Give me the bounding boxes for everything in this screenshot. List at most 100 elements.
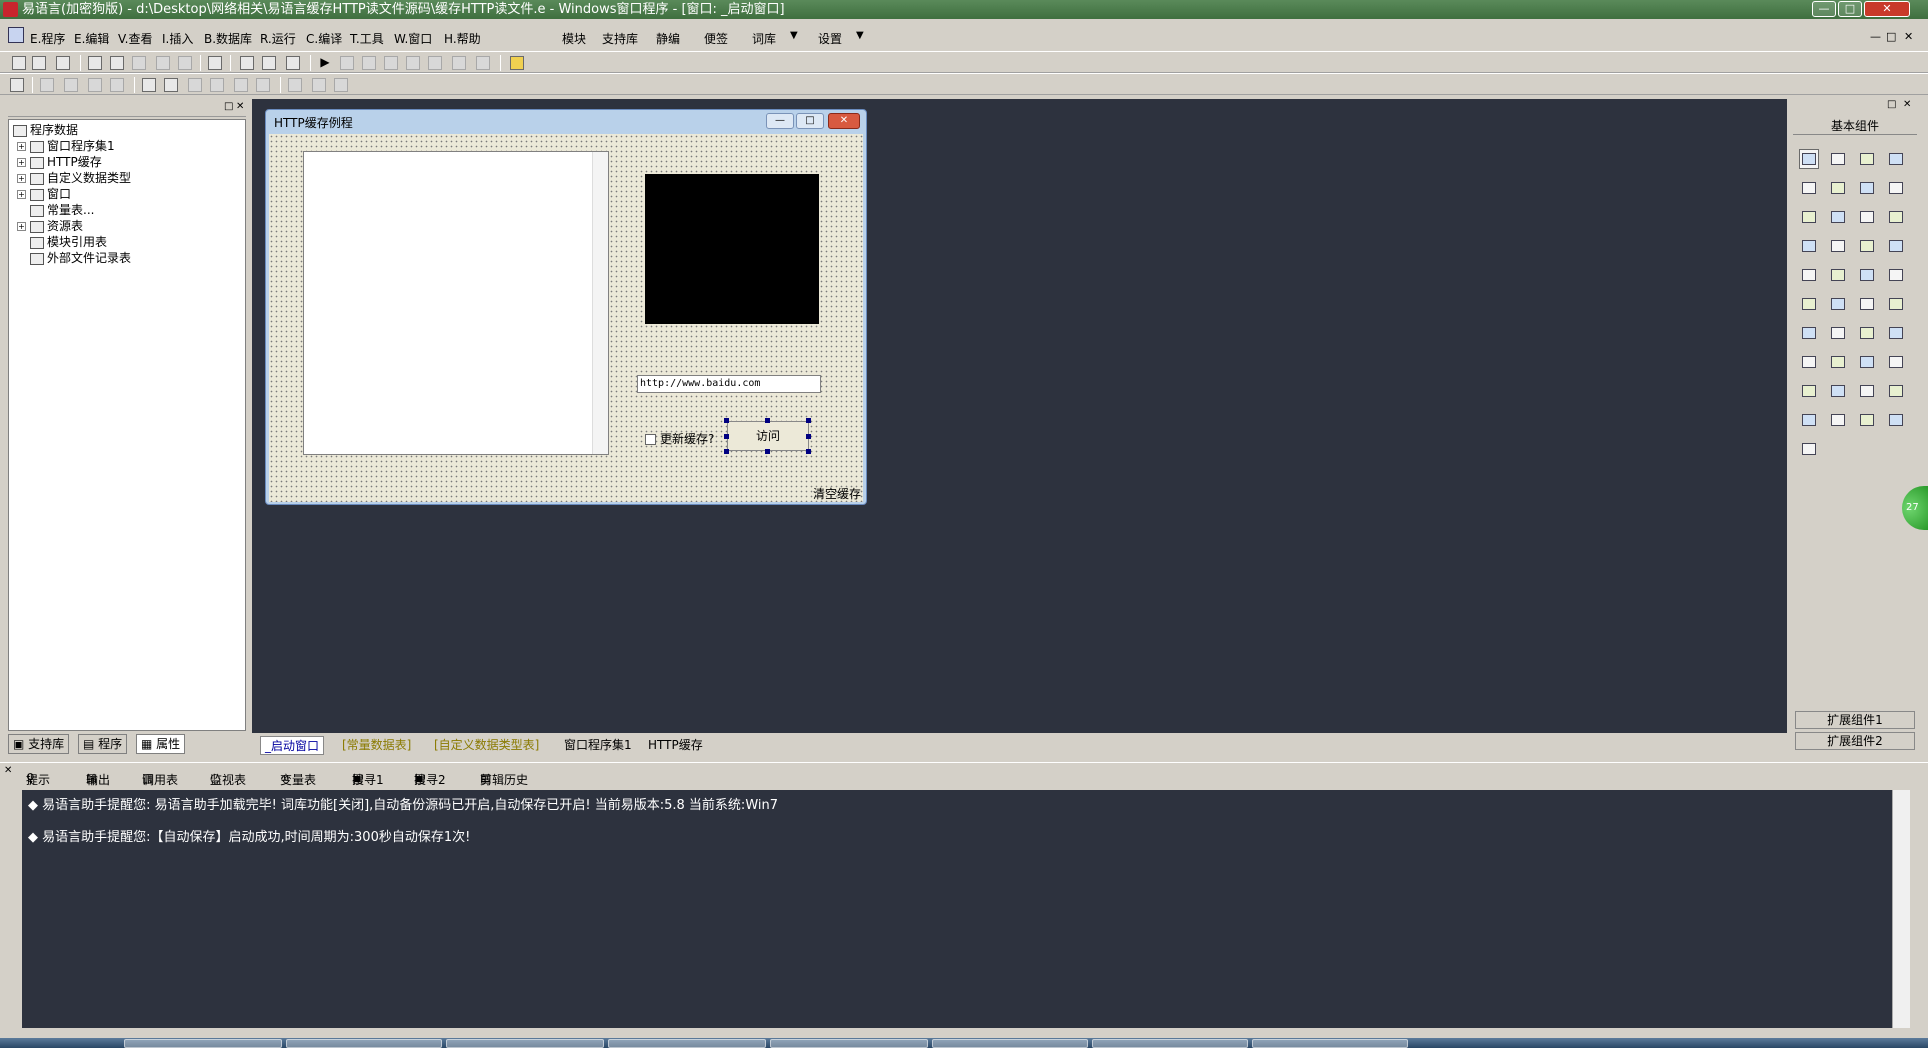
taskbar-button[interactable] <box>1252 1039 1408 1048</box>
menu-module[interactable]: 模块 <box>562 30 586 47</box>
menu-lexicon[interactable]: 词库 <box>752 30 776 47</box>
tool-file-icon[interactable] <box>1886 323 1906 343</box>
align-right-icon[interactable] <box>64 78 78 92</box>
run-icon[interactable]: ▶ <box>318 56 332 70</box>
menu-note[interactable]: 便签 <box>704 30 728 47</box>
tab-properties[interactable]: ▦ 属性 <box>136 734 186 754</box>
menu-compile[interactable]: C.编译 <box>306 30 342 47</box>
menu-settings[interactable]: 设置 <box>818 30 842 47</box>
tool-tree-icon[interactable] <box>1857 265 1877 285</box>
resize-handle[interactable] <box>806 449 811 454</box>
update-cache-checkbox[interactable]: 更新缓存? <box>645 430 714 447</box>
align-top-icon[interactable] <box>88 78 102 92</box>
tool-picture-icon[interactable] <box>1857 149 1877 169</box>
taskbar-button[interactable] <box>286 1039 442 1048</box>
form-minimize-button[interactable]: — <box>766 113 794 129</box>
tool-edit-icon[interactable] <box>1799 178 1819 198</box>
size-both-icon[interactable] <box>334 78 348 92</box>
resize-handle[interactable] <box>765 418 770 423</box>
list-box[interactable] <box>303 151 609 455</box>
step-5-icon[interactable] <box>452 56 466 70</box>
expand-icon[interactable]: + <box>17 222 26 231</box>
panel-close-icon[interactable]: ✕ <box>1903 99 1911 110</box>
tab-support-lib[interactable]: ▣ 支持库 <box>8 734 70 754</box>
helper-icon[interactable] <box>510 56 524 70</box>
mdi-minimize-icon[interactable]: — <box>1870 30 1881 43</box>
hand-icon[interactable] <box>476 56 490 70</box>
expand-icon[interactable]: + <box>17 158 26 167</box>
form-maximize-button[interactable]: □ <box>796 113 824 129</box>
stop-icon[interactable] <box>340 56 354 70</box>
taskbar-button[interactable] <box>124 1039 282 1048</box>
tool-scroll-icon[interactable] <box>1857 236 1877 256</box>
align-bottom-icon[interactable] <box>110 78 124 92</box>
tree-pin-icon[interactable]: □ <box>224 101 233 112</box>
maximize-button[interactable]: □ <box>1838 1 1862 17</box>
tool-chart-icon[interactable] <box>1857 410 1877 430</box>
tool-folder-icon[interactable] <box>1857 294 1877 314</box>
same-height-icon[interactable] <box>256 78 270 92</box>
tool-check-icon[interactable] <box>1799 207 1819 227</box>
tree-close-icon[interactable]: ✕ <box>236 101 244 112</box>
tool-spin-icon[interactable] <box>1828 236 1848 256</box>
taskbar-button[interactable] <box>446 1039 604 1048</box>
tree-item-program-data[interactable]: 程序数据 <box>13 122 78 138</box>
menu-program[interactable]: E.程序 <box>30 30 65 47</box>
tab-http-cache[interactable]: HTTP缓存 <box>644 736 707 753</box>
center-h-icon[interactable] <box>142 78 156 92</box>
mdi-restore-icon[interactable]: □ <box>1886 30 1896 43</box>
checkbox-box[interactable] <box>645 434 656 445</box>
tool-frame-icon[interactable] <box>1828 178 1848 198</box>
menu-window[interactable]: W.窗口 <box>394 30 432 47</box>
tool-line-icon[interactable] <box>1886 178 1906 198</box>
tool-vline-icon[interactable] <box>1828 265 1848 285</box>
find-icon[interactable] <box>208 56 222 70</box>
tree-item-custom-types[interactable]: + 自定义数据类型 <box>17 170 131 186</box>
cut-icon[interactable] <box>88 56 102 70</box>
tool-odbc3-icon[interactable] <box>1799 439 1819 459</box>
open-file-icon[interactable] <box>32 56 46 70</box>
mdi-close-icon[interactable]: ✕ <box>1904 30 1913 43</box>
clear-cache-label[interactable]: 清空缓存 <box>813 485 861 502</box>
lexicon-dropdown-icon[interactable]: ▼ <box>790 30 798 41</box>
menu-static-compile[interactable]: 静编 <box>656 30 680 47</box>
tool-grid-icon[interactable] <box>1886 207 1906 227</box>
tool-doc-icon[interactable] <box>1886 294 1906 314</box>
new-file-icon[interactable] <box>12 56 26 70</box>
ext-components-2-tab[interactable]: 扩展组件2 <box>1795 732 1915 750</box>
tool-link-icon[interactable] <box>1886 352 1906 372</box>
save-file-icon[interactable] <box>56 56 70 70</box>
menu-view[interactable]: V.查看 <box>118 30 152 47</box>
tool-drive-icon[interactable] <box>1828 323 1848 343</box>
menu-insert[interactable]: I.插入 <box>162 30 193 47</box>
step-4-icon[interactable] <box>428 56 442 70</box>
tool-ruler-icon[interactable] <box>1886 236 1906 256</box>
tree-item-resources[interactable]: + 资源表 <box>17 218 83 234</box>
tree-item-windows[interactable]: + 窗口 <box>17 186 71 202</box>
tree-item-http-cache[interactable]: + HTTP缓存 <box>17 154 102 170</box>
tool-calendar-icon[interactable] <box>1799 294 1819 314</box>
tool-frame2-icon[interactable] <box>1799 381 1819 401</box>
tool-net-icon[interactable] <box>1857 352 1877 372</box>
menu-help[interactable]: H.帮助 <box>444 30 481 47</box>
tool-image-icon[interactable] <box>1857 381 1877 401</box>
step-1-icon[interactable] <box>362 56 376 70</box>
copy-icon[interactable] <box>110 56 124 70</box>
tab-program[interactable]: ▤ 程序 <box>78 734 128 754</box>
output-close-icon[interactable]: ✕ <box>4 765 12 776</box>
layout-2-icon[interactable] <box>262 56 276 70</box>
tool-hline-icon[interactable] <box>1799 265 1819 285</box>
close-button[interactable]: ✕ <box>1864 1 1910 17</box>
form-close-button[interactable]: ✕ <box>828 113 860 129</box>
tool-shape-icon[interactable] <box>1886 149 1906 169</box>
same-width-icon[interactable] <box>234 78 248 92</box>
taskbar-button[interactable] <box>608 1039 766 1048</box>
menu-run[interactable]: R.运行 <box>260 30 296 47</box>
tool-db-icon[interactable] <box>1799 410 1819 430</box>
space-v-icon[interactable] <box>210 78 224 92</box>
tab-constants-table[interactable]: [常量数据表] <box>338 736 415 753</box>
tool-label-icon[interactable] <box>1828 149 1848 169</box>
taskbar-button[interactable] <box>932 1039 1088 1048</box>
redo-icon[interactable] <box>156 56 170 70</box>
list-scrollbar[interactable] <box>592 152 608 454</box>
